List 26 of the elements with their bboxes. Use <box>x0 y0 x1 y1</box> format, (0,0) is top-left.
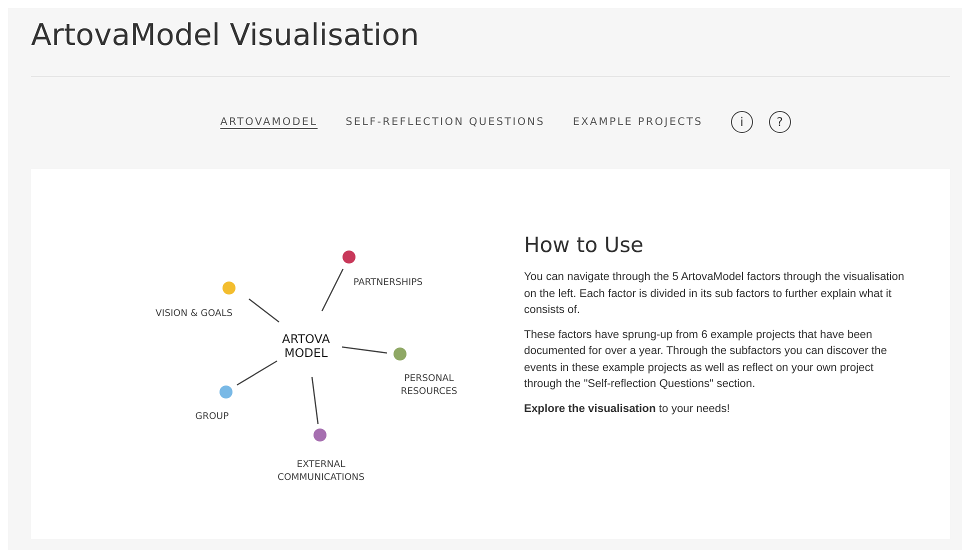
factor-label: GROUP <box>195 411 229 422</box>
factor-label: PERSONAL RESOURCES <box>400 373 458 397</box>
connector-line <box>248 298 280 323</box>
info-icon[interactable]: i <box>730 111 753 133</box>
connector-line <box>236 360 278 386</box>
factor-node[interactable] <box>222 282 236 294</box>
model-center: ARTOVA MODEL <box>282 332 330 360</box>
connector-line <box>321 268 344 312</box>
factor-node[interactable] <box>342 250 356 264</box>
section-heading: How to Use <box>524 233 644 257</box>
help-icon[interactable]: ? <box>768 111 791 133</box>
factor-node[interactable] <box>314 428 326 442</box>
nav-tab[interactable]: EXAMPLE PROJECTS <box>572 116 703 128</box>
page-title: ArtovaModel Visualisation <box>31 18 420 54</box>
factor-label: EXTERNAL COMMUNICATIONS <box>277 459 365 483</box>
factor-label: VISION & GOALS <box>156 308 232 319</box>
connector-line <box>311 376 319 424</box>
paragraph: You can navigate through the 5 ArtovaModel factors through the visualisation on the left. Each factor is divided in its sub factors to further explain what it consists of. <box>524 270 906 318</box>
paragraph: These factors have sprung-up from 6 example projects that have been documented for over a year. Through the subfactors you can discover the events in these example projects as well as reflect on your own project through the "Self-reflection Questions" section. <box>524 328 888 392</box>
nav-tab[interactable]: SELF-REFLECTION QUESTIONS <box>346 116 545 128</box>
paragraph: Explore the visualisation to your needs! <box>524 402 731 416</box>
factor-node[interactable] <box>394 348 406 360</box>
nav-tab[interactable]: ARTOVAMODEL <box>220 116 318 128</box>
connector-line <box>342 346 388 354</box>
factor-label: PARTNERSHIPS <box>353 277 423 288</box>
factor-node[interactable] <box>220 386 232 398</box>
